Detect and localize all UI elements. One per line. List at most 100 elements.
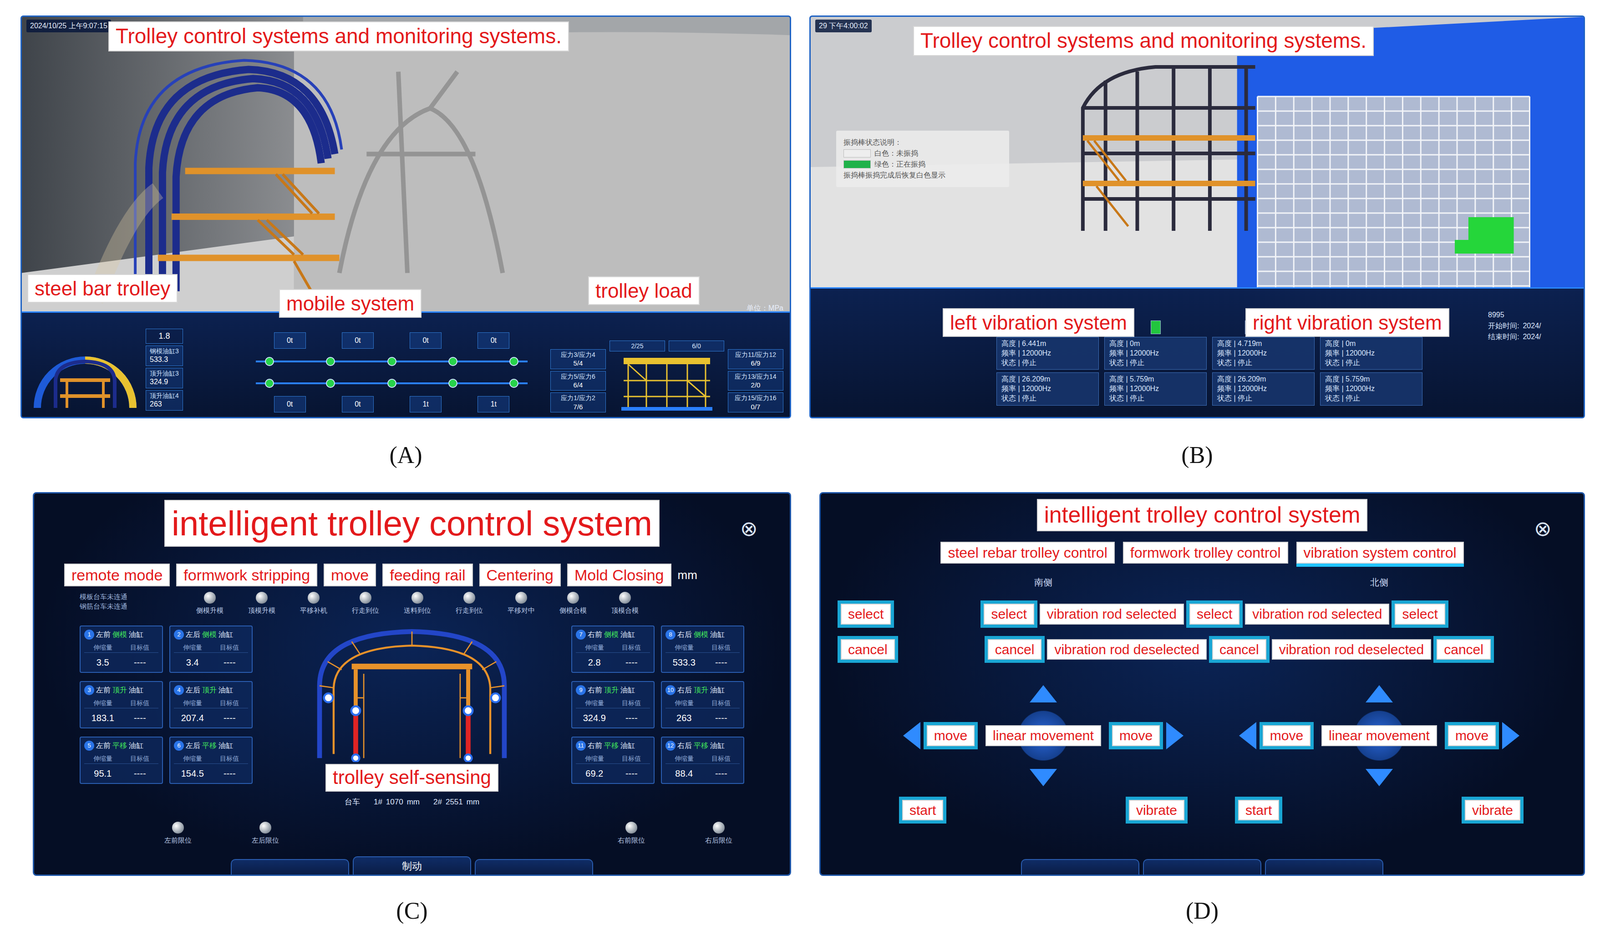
indicator-lamp [411, 591, 424, 604]
limit-lamp [712, 821, 725, 834]
mobile-system-label: mobile system [279, 289, 422, 318]
bottom-tab[interactable] [474, 858, 594, 875]
move-button[interactable]: move [926, 725, 975, 747]
arrow-right-icon[interactable] [1166, 721, 1184, 750]
reading-value: 533.3 [149, 355, 179, 365]
stroke-value: 154.5 [173, 766, 212, 781]
control-tab[interactable]: vibration system control [1296, 541, 1464, 564]
card-keys: 伸缩量目标值 [84, 698, 159, 709]
vibrate-button[interactable]: vibrate [1464, 799, 1521, 821]
target-key: 目标值 [702, 698, 741, 708]
part-label: 平移 [202, 740, 217, 752]
card-values: 324.9---- [575, 711, 651, 725]
time-info: 8995开始时间:2024/结束时间:2024/ [1488, 309, 1575, 413]
hud-bar: 1.8钢模油缸3533.3顶升油缸3324.9顶升油缸42630t0t0t0t0… [21, 311, 790, 417]
rod-state: 状态 | 停止 [1001, 358, 1094, 368]
rod-button[interactable]: cancel [1436, 639, 1491, 661]
gauge-reading: 顶升油缸3324.9 [145, 367, 183, 389]
target-value: ---- [121, 766, 159, 781]
start-button[interactable]: start [1238, 799, 1280, 821]
card-keys: 伸缩量目标值 [665, 753, 740, 764]
rod-button[interactable]: cancel [987, 639, 1042, 661]
track-node [325, 378, 336, 388]
arrow-down-icon[interactable] [1365, 768, 1393, 787]
cylinder-card: 8右后侧模油缸伸缩量目标值533.3---- [660, 625, 745, 673]
panel-caption: (B) [809, 418, 1585, 493]
rod-height: 高度 | 6.441m [1001, 339, 1094, 349]
bottom-tab[interactable] [1264, 858, 1384, 875]
brake-tab[interactable]: 制动 [352, 856, 472, 875]
mode-button[interactable]: Centering [479, 563, 561, 587]
limit-lamp [625, 821, 638, 834]
card-number: 8 [665, 629, 676, 640]
bottom-tab[interactable] [1142, 858, 1262, 875]
arrow-right-icon[interactable] [1502, 721, 1520, 750]
card-values: 88.4---- [665, 766, 740, 781]
rod-button[interactable]: select [1189, 603, 1240, 625]
title-label: Trolley control systems and monitoring s… [913, 25, 1374, 56]
rod-button[interactable]: select [1394, 603, 1445, 625]
indicator-label: 顶模升模 [248, 605, 276, 616]
close-button[interactable]: ⊗ [1533, 518, 1552, 539]
target-value: ---- [211, 711, 249, 725]
control-tab[interactable]: formwork trolley control [1122, 541, 1289, 564]
indicator-lamp [359, 591, 372, 604]
start-button[interactable]: start [902, 799, 944, 821]
connection-text: 钢筋台车未连通 [79, 601, 171, 611]
screenshot-panel: intelligent trolley control system⊗steel… [819, 492, 1585, 876]
timestamp: 2024/10/25 上午9:07:15 [26, 19, 112, 33]
move-button[interactable]: move [1262, 725, 1311, 747]
vibrate-button[interactable]: vibrate [1128, 799, 1185, 821]
arrow-down-icon[interactable] [1029, 768, 1057, 787]
rod-status: 高度 | 5.759m频率 | 12000Hz状态 | 停止 [1104, 372, 1207, 406]
rod-button[interactable]: cancel [1212, 639, 1267, 661]
indicator-label: 侧模合模 [559, 605, 587, 616]
mode-button[interactable]: Mold Closing [567, 563, 672, 587]
load-top-values: 2/256/0 [609, 340, 725, 352]
mode-button[interactable]: remote mode [64, 563, 170, 587]
arrow-up-icon[interactable] [1029, 685, 1057, 703]
status-lamp [1150, 320, 1161, 335]
card-number: 3 [84, 685, 95, 696]
rod-button[interactable]: select [840, 603, 891, 625]
rod-status-label: vibration rod selected [1039, 603, 1184, 625]
move-button[interactable]: move [1112, 725, 1160, 747]
rod-height: 高度 | 26.209m [1217, 374, 1310, 385]
mode-button[interactable]: move [323, 563, 376, 587]
position-label: 左前 [96, 629, 111, 640]
sensor-value: 2551 [445, 796, 463, 808]
stroke-key: 伸缩量 [665, 642, 703, 653]
card-header: 11右前平移油缸 [575, 740, 651, 752]
legend: 振捣棒状态说明：白色：未振捣绿色：正在振捣振捣棒振捣完成后恢复白色显示 [836, 130, 1010, 188]
bottom-tab[interactable] [230, 858, 350, 875]
stroke-key: 伸缩量 [575, 642, 614, 653]
arrow-left-icon[interactable] [903, 721, 921, 750]
mobile-system: 0t0t0t0t0t0t1t1t [242, 320, 542, 413]
close-button[interactable]: ⊗ [740, 518, 758, 539]
move-button[interactable]: move [1447, 725, 1496, 747]
panel-caption: (C) [32, 875, 792, 946]
limit-switch: 右后限位 [697, 821, 740, 852]
gauge-readings: 1.8钢模油缸3533.3顶升油缸3324.9顶升油缸4263 [145, 328, 183, 413]
scene-view: 2024/10/25 上午9:07:15 [21, 16, 790, 312]
arrow-left-icon[interactable] [1239, 721, 1257, 750]
target-key: 目标值 [613, 753, 651, 764]
mode-button[interactable]: formwork stripping [176, 563, 318, 587]
control-tab[interactable]: steel rebar trolley control [940, 541, 1115, 564]
indicator-lamp [619, 591, 631, 604]
stress-value: 6/4 [553, 380, 603, 390]
card-keys: 伸缩量目标值 [575, 753, 651, 764]
stroke-value: 69.2 [575, 766, 614, 781]
mode-button[interactable]: feeding rail [382, 563, 473, 587]
limit-switch: 右前限位 [610, 821, 653, 852]
panel-header: intelligent trolley control system [34, 493, 790, 562]
card-header: 7右前侧模油缸 [575, 629, 651, 640]
stroke-value: 3.5 [84, 655, 122, 670]
rod-button[interactable]: cancel [840, 639, 895, 661]
bottom-tab[interactable] [1020, 858, 1140, 875]
arrow-up-icon[interactable] [1365, 685, 1393, 703]
sensor-label: 1# [373, 796, 383, 808]
load-tag: 0t [341, 396, 374, 413]
position-label: 右后 [677, 684, 692, 696]
rod-button[interactable]: select [983, 603, 1034, 625]
